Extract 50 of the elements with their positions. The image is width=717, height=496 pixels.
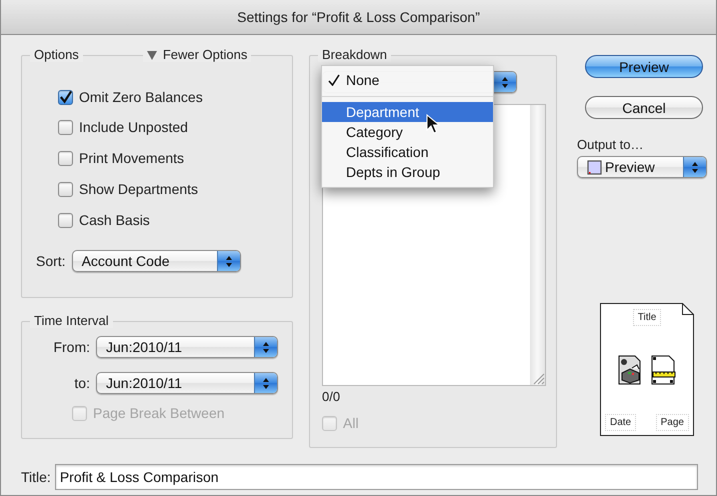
chevron-updown-icon xyxy=(262,340,270,354)
group-label: Options xyxy=(30,47,83,62)
menu-item[interactable]: Depts in Group xyxy=(322,162,493,182)
checkbox[interactable] xyxy=(58,120,73,134)
checkbox[interactable] xyxy=(58,150,73,166)
chevron-updown-icon xyxy=(691,160,699,174)
window-icon xyxy=(587,160,602,174)
menu-item[interactable]: None xyxy=(322,70,493,90)
output-dropdown[interactable]: Preview xyxy=(577,156,707,178)
cursor-icon xyxy=(426,114,440,134)
group-label: Breakdown xyxy=(318,47,392,62)
document-icon xyxy=(618,354,642,386)
checkbox-label: Include Unposted xyxy=(79,119,188,135)
field-label: From: xyxy=(52,339,90,355)
field-label: Sort: xyxy=(36,253,66,269)
checkbox-label: Show Departments xyxy=(79,181,198,197)
checkbox[interactable] xyxy=(58,90,73,104)
checkbox-label: All xyxy=(343,415,359,431)
item-count: 0/0 xyxy=(322,389,340,404)
checkbox[interactable] xyxy=(58,212,73,228)
window-title: Settings for “Profit & Loss Comparison” xyxy=(237,9,480,25)
group-label: Time Interval xyxy=(30,313,113,328)
checkbox[interactable] xyxy=(58,182,73,196)
checkbox-label: Page Break Between xyxy=(93,405,225,421)
chevron-updown-icon xyxy=(501,76,509,88)
scroll-bar[interactable] xyxy=(530,105,545,385)
menu-item[interactable]: Category xyxy=(322,122,493,142)
menu-item[interactable]: Classification xyxy=(322,142,493,162)
checkbox-label: Cash Basis xyxy=(79,212,150,228)
sort-dropdown[interactable]: Account Code xyxy=(72,250,241,272)
disclosure-toggle[interactable]: Fewer Options xyxy=(142,47,252,62)
dialog-button[interactable]: Preview xyxy=(585,55,703,78)
field-label: to: xyxy=(73,375,90,391)
checkmark-icon xyxy=(328,74,340,86)
footer-field: Date xyxy=(605,414,636,431)
ruler-document-icon xyxy=(651,354,676,386)
header-field: Title xyxy=(632,309,662,326)
triangle-icon xyxy=(146,50,157,60)
title-field[interactable]: Profit & Loss Comparison xyxy=(54,464,698,490)
period-dropdown[interactable]: Jun:2010/11 xyxy=(96,372,278,394)
field-label: Title: xyxy=(21,469,51,485)
dialog-button[interactable]: Cancel xyxy=(585,96,703,119)
menu-item[interactable]: Department xyxy=(322,102,493,122)
field-label: Output to… xyxy=(577,137,644,152)
chevron-updown-icon xyxy=(224,254,233,268)
checkbox-label: Omit Zero Balances xyxy=(79,89,203,105)
footer-field: Page xyxy=(656,414,689,431)
chevron-updown-icon xyxy=(262,376,270,390)
period-dropdown[interactable]: Jun:2010/11 xyxy=(96,336,278,358)
checkbox-label: Print Movements xyxy=(79,150,184,166)
